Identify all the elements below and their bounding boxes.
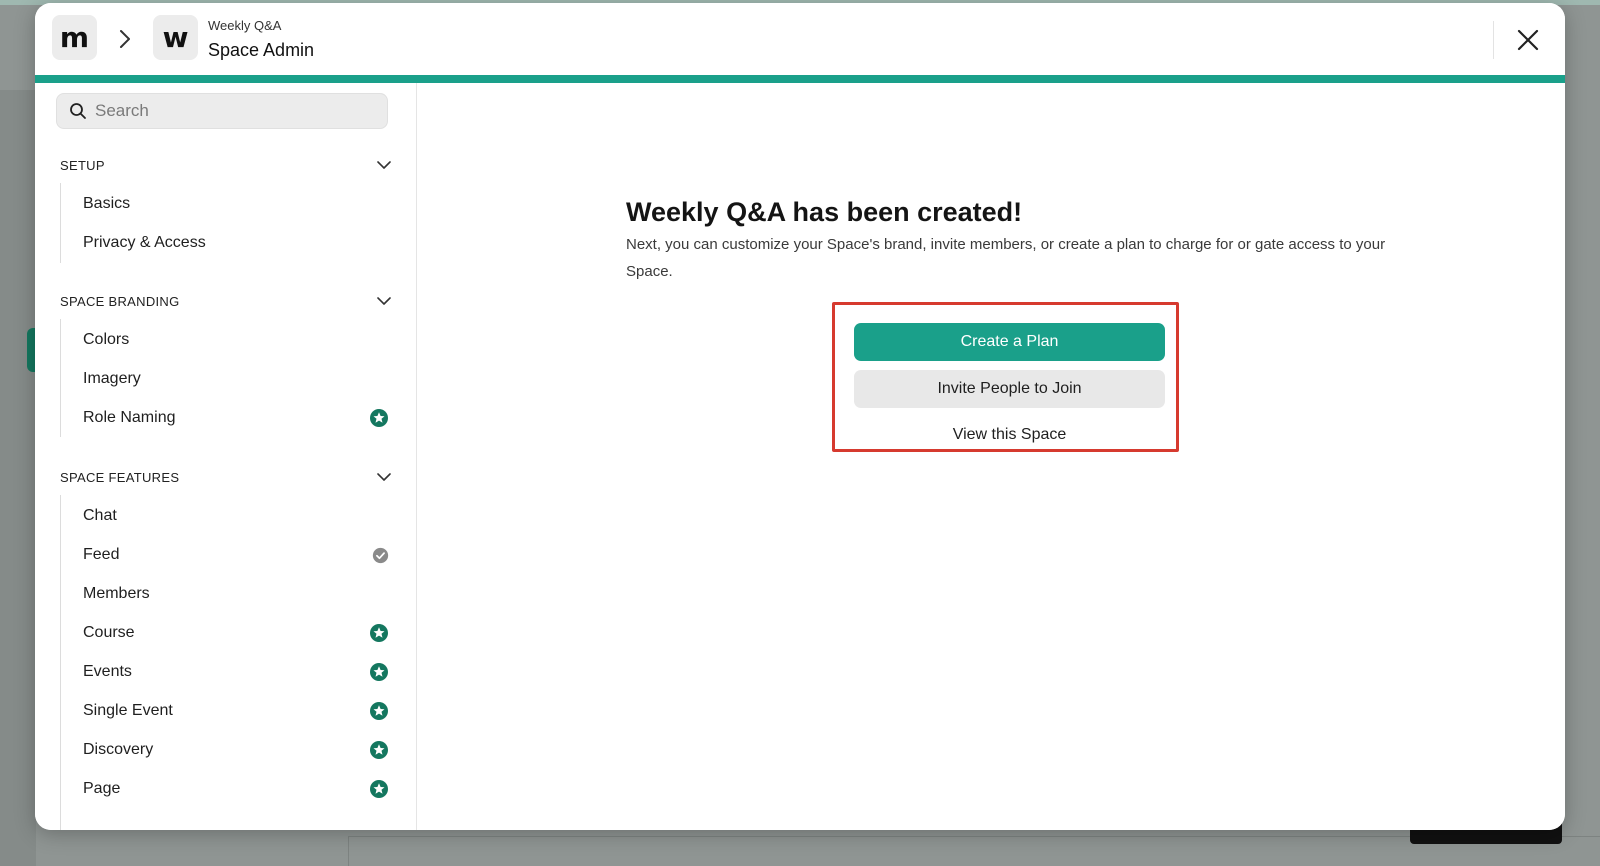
sidebar-item-label: Single Event [83, 702, 173, 719]
create-plan-button[interactable]: Create a Plan [854, 323, 1165, 361]
star-badge-icon [370, 409, 388, 427]
star-badge-icon [370, 624, 388, 642]
sidebar-item-discovery[interactable]: Discovery [83, 735, 389, 765]
app-logo[interactable]: m [52, 15, 97, 60]
sidebar-item-label: Page [83, 780, 121, 797]
header-divider [1493, 21, 1494, 59]
sidebar-item-label: Members [83, 585, 150, 602]
success-description: Next, you can customize your Space's bra… [626, 236, 1386, 280]
section-branding-header[interactable]: SPACE BRANDING [60, 291, 392, 311]
main-content: Weekly Q&A has been created! Next, you c… [418, 83, 1565, 830]
chevron-down-icon [377, 297, 391, 305]
chevron-right-icon [120, 30, 130, 48]
header-accent-bar [35, 75, 1565, 83]
sidebar-item-course[interactable]: Course [83, 618, 389, 648]
sidebar-item-label: Course [83, 624, 135, 641]
search-icon [70, 103, 86, 119]
sidebar-item-colors[interactable]: Colors [83, 325, 389, 355]
close-icon[interactable] [1515, 27, 1541, 53]
sidebar-item-basics[interactable]: Basics [83, 189, 389, 219]
star-badge-icon [370, 663, 388, 681]
sidebar-item-label: Basics [83, 195, 131, 212]
star-badge-icon [370, 780, 388, 798]
sidebar-item-label: Privacy & Access [83, 234, 206, 251]
sidebar-item-events[interactable]: Events [83, 657, 389, 687]
chevron-down-icon [377, 161, 391, 169]
modal-header: m w Weekly Q&A Space Admin [35, 3, 1565, 75]
sidebar-item-single-event[interactable]: Single Event [83, 696, 389, 726]
section-rail [60, 495, 61, 830]
sidebar-item-page[interactable]: Page [83, 774, 389, 804]
space-admin-modal: m w Weekly Q&A Space Admin SETUP Basic [35, 3, 1565, 830]
section-title: SPACE BRANDING [60, 293, 180, 309]
section-title: SETUP [60, 157, 105, 173]
sidebar-item-members[interactable]: Members [83, 579, 389, 609]
chevron-down-icon [377, 473, 391, 481]
sidebar-item-label: Discovery [83, 741, 154, 758]
sidebar-item-label: Events [83, 663, 132, 680]
sidebar-item-label: Colors [83, 331, 130, 348]
page-title: Space Admin [208, 40, 315, 60]
section-setup-header[interactable]: SETUP [60, 155, 392, 175]
sidebar-item-label: Feed [83, 546, 120, 563]
sidebar-item-label: Chat [83, 507, 117, 524]
section-title: SPACE FEATURES [60, 469, 180, 485]
star-badge-icon [370, 741, 388, 759]
sidebar-item-chat[interactable]: Chat [83, 501, 389, 531]
section-features-header[interactable]: SPACE FEATURES [60, 467, 392, 487]
section-rail [60, 319, 61, 437]
section-rail [60, 183, 61, 263]
invite-people-button[interactable]: Invite People to Join [854, 370, 1165, 408]
check-circle-icon [372, 547, 389, 563]
sidebar-item-role-naming[interactable]: Role Naming [83, 403, 389, 433]
sidebar-item-label: Role Naming [83, 409, 176, 426]
sidebar-item-label: Imagery [83, 370, 141, 387]
view-space-link[interactable]: View this Space [854, 416, 1165, 454]
search-input[interactable] [95, 101, 375, 121]
sidebar-item-imagery[interactable]: Imagery [83, 364, 389, 394]
success-headline: Weekly Q&A has been created! [626, 197, 1023, 227]
backdrop-left-panel [0, 90, 36, 866]
space-logo[interactable]: w [153, 15, 198, 60]
star-badge-icon [370, 702, 388, 720]
search-box[interactable] [56, 93, 388, 129]
breadcrumb-space-name: Weekly Q&A [208, 18, 282, 33]
admin-sidebar: SETUP Basics Privacy & Access SPACE BRAN… [35, 83, 417, 830]
sidebar-item-privacy-access[interactable]: Privacy & Access [83, 228, 389, 258]
sidebar-item-feed[interactable]: Feed [83, 540, 389, 570]
